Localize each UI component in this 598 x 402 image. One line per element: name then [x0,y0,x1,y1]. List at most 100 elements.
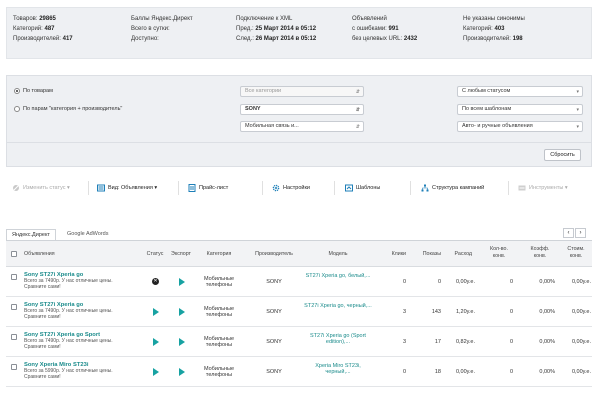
clicks-cell: 3 [402,309,406,315]
brand-select-value: SONY [245,106,261,112]
change-status-button[interactable]: Изменить статус ▾ [12,183,70,193]
stats-yandex-points: Баллы Яндекс.Директ Всего в сутки: Досту… [131,15,193,44]
table-header: Объявления Статус Экспорт Категория Прои… [6,241,592,267]
templates-button[interactable]: Шаблоны [345,183,380,193]
column-category[interactable]: Категория [202,251,236,258]
stat-label: Доступно: [131,35,159,42]
conv-cost-cell: 0,00у.е. [571,339,591,345]
conv-rate-cell: 0,00% [539,339,555,345]
change-status-label: Изменить статус [23,185,66,191]
prev-page-button[interactable]: ‹ [563,228,574,238]
model-link[interactable]: ST27i Xperia go, белый,... [303,273,373,279]
edit-status-icon [13,184,19,191]
column-conversions[interactable]: Кол-во. конв. [485,246,513,259]
reset-button[interactable]: Сбросить [544,149,581,161]
table-row: Sony ST27i Xperia go Sport Всего за 7490р… [6,327,592,357]
chevron-updown-icon: ⇵ [355,107,360,113]
stat-value: 29865 [39,16,56,22]
status-select[interactable]: С любым статусом ▾ [457,86,583,97]
column-model[interactable]: Модель [318,251,358,258]
toolbar-divider [262,181,263,195]
model-link[interactable]: Xperia Miro ST23i, черный,... [303,363,373,376]
column-cost[interactable]: Расход [446,251,472,258]
mode-select[interactable]: Авто- и ручные объявления ▾ [457,121,583,132]
export-play-icon[interactable] [179,338,185,346]
row-checkbox[interactable] [11,304,17,310]
subcategory-select[interactable]: Мобильная связь и... ⇵ [240,121,364,132]
conversions-cell: 0 [509,339,513,345]
play-status-icon[interactable] [153,338,159,346]
radio-by-pairs[interactable] [14,106,20,112]
column-export[interactable]: Экспорт [168,251,194,258]
ad-text: Всего за 5990р. У нас отличные цены. Сра… [24,368,113,380]
mode-select-value: Авто- и ручные объявления [462,123,533,129]
category-cell: Мобильные телефоны [203,306,235,319]
view-button[interactable]: Вид: Объявления ▾ [97,183,157,193]
stopped-status-icon[interactable]: ✕ [152,278,159,285]
chevron-down-icon: ▾ [576,107,579,113]
conv-cost-cell: 0,00у.е. [571,369,591,375]
column-clicks[interactable]: Клики [386,251,406,258]
manufacturer-cell: SONY [266,279,282,285]
export-play-icon[interactable] [179,278,185,286]
category-select[interactable]: Все категории ⇵ [240,86,364,97]
stat-label: Баллы Яндекс.Директ [131,16,193,22]
stat-label: Производителей: [463,35,511,42]
column-conv-rate[interactable]: Коэфф. конв. [525,246,555,259]
pricelist-label: Прайс-лист [199,185,229,191]
stat-label: След.: [236,35,254,42]
row-checkbox[interactable] [11,364,17,370]
chevron-down-icon: ▾ [576,89,579,95]
export-play-icon[interactable] [179,368,185,376]
template-select[interactable]: По всем шаблонам ▾ [457,104,583,115]
radio-by-pairs-label[interactable]: По парам "категория + производитель" [23,106,122,112]
column-status[interactable]: Статус [144,251,166,258]
conversions-cell: 0 [509,279,513,285]
stat-label: Объявлений [352,16,387,22]
stat-value: 417 [62,35,73,42]
radio-by-products[interactable] [14,88,20,94]
chevron-down-icon: ▾ [564,185,568,191]
impressions-cell: 143 [431,309,441,315]
export-play-icon[interactable] [179,308,185,316]
chevron-updown-icon: ⇵ [355,124,360,130]
clicks-cell: 0 [402,369,406,375]
column-ads[interactable]: Объявления [24,251,55,258]
radio-by-products-label[interactable]: По товарам [23,88,53,94]
play-status-icon[interactable] [153,368,159,376]
stat-label: Подключение к XML [236,16,293,22]
conv-cost-cell: 0,00у.е. [571,309,591,315]
category-cell: Мобильные телефоны [203,276,235,289]
column-conv-cost[interactable]: Стоим. конв. [561,246,591,259]
ad-text: Всего за 7490р. У нас отличные цены. Сра… [24,308,113,320]
pricelist-button[interactable]: Прайс-лист [188,183,228,193]
next-page-button[interactable]: › [575,228,586,238]
status-select-value: С любым статусом [462,88,511,94]
settings-button[interactable]: Настройки [272,183,310,193]
toolbar-divider [334,181,335,195]
toolbar-divider [410,181,411,195]
model-link[interactable]: ST27i Xperia go, черный,... [303,303,373,309]
cost-cell: 0,00у.е. [455,369,475,375]
stat-value: 403 [494,25,505,32]
column-manufacturer[interactable]: Производитель [252,251,296,258]
view-icon [97,184,105,192]
template-select-value: По всем шаблонам [462,106,512,112]
brand-select[interactable]: SONY ⇵ [240,104,364,115]
select-all-checkbox[interactable] [11,251,17,257]
row-checkbox[interactable] [11,334,17,340]
hierarchy-icon [421,184,429,192]
stat-label: Товаров: [13,16,38,22]
stats-xml-connection: Подключение к XML Пред.: 25 Март 2014 в … [236,15,316,44]
templates-label: Шаблоны [356,185,381,191]
campaign-structure-button[interactable]: Структура кампаний [421,183,484,193]
row-checkbox[interactable] [11,274,17,280]
stats-ads: Объявлений с ошибками: 991 без целевых U… [352,15,417,44]
stat-label: без целевых URL: [352,35,403,42]
model-link[interactable]: ST27i Xperia go (Sport edition),... [303,333,373,346]
column-impressions[interactable]: Показы [412,251,441,258]
stats-panel: Товаров: 29865 Категорий: 487 Производит… [6,7,592,59]
conv-rate-cell: 0,00% [539,309,555,315]
tools-button[interactable]: Инструменты ▾ [518,183,568,193]
play-status-icon[interactable] [153,308,159,316]
